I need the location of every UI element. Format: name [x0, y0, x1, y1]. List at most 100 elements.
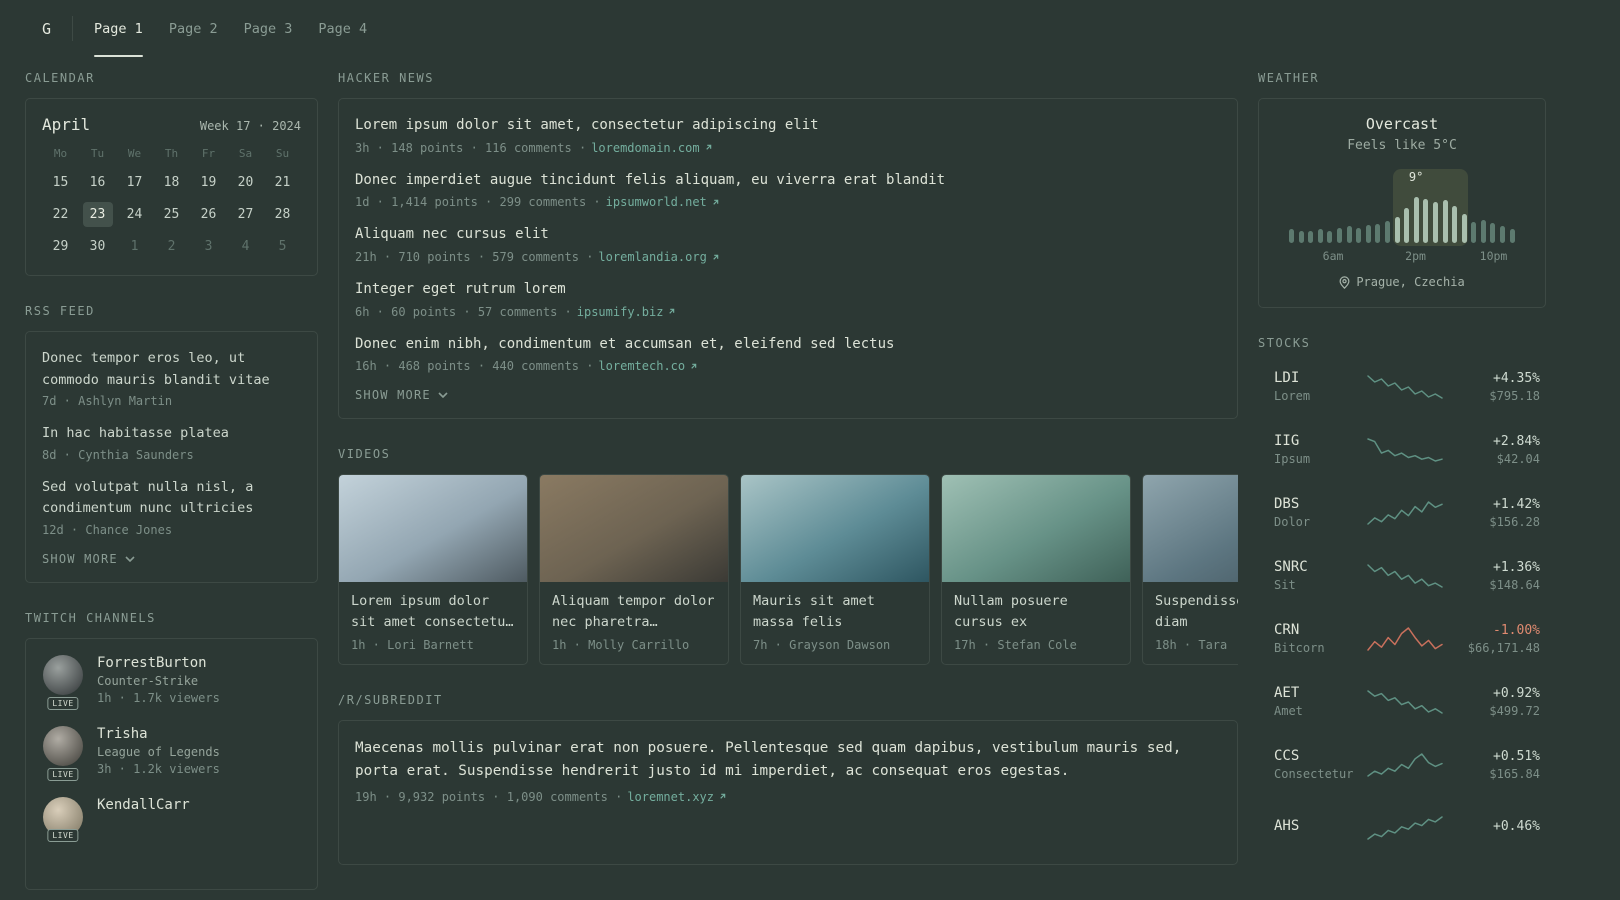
weather-hour-bar [1346, 226, 1352, 243]
hackernews-item-title[interactable]: Aliquam nec cursus elit [355, 224, 1221, 246]
app-logo[interactable]: G [25, 0, 72, 57]
middle-column: HACKER NEWS Lorem ipsum dolor sit amet, … [338, 71, 1238, 893]
weather-hour-bar [1509, 229, 1515, 243]
stock-row[interactable]: SNRC Sit +1.36% $148.64 [1274, 552, 1540, 599]
video-thumbnail [942, 475, 1130, 583]
weather-hour-bar [1404, 208, 1410, 243]
calendar-day: 24 [126, 207, 143, 222]
tab-page-1[interactable]: Page 1 [94, 0, 143, 57]
channel-avatar [43, 654, 83, 695]
video-card[interactable]: Nullam posuere cursus ex 17h · Stefan Co… [941, 474, 1131, 665]
channel-meta: 3h · 1.2k viewers [97, 761, 220, 776]
channel-info: KendallCarr [97, 797, 190, 837]
calendar-day: 4 [241, 239, 250, 254]
stock-row[interactable]: IIG Ipsum +2.84% $42.04 [1274, 426, 1540, 473]
rss-item-meta: 12d · Chance Jones [42, 522, 173, 537]
calendar-card: April Week 17 · 2024 Mo Tu We Th Fr Sa Su 15 16 1… [25, 98, 318, 276]
stock-id: CRN Bitcorn [1274, 622, 1366, 655]
rss-item-meta: 7d · Ashlyn Martin [42, 394, 173, 409]
video-body: Nullam posuere cursus ex 17h · Stefan Co… [942, 582, 1130, 664]
rss-list: Donec tempor eros leo, ut commodo mauris… [42, 348, 301, 537]
stock-symbol: DBS [1274, 496, 1300, 512]
stock-row[interactable]: DBS Dolor +1.42% $156.28 [1274, 489, 1540, 536]
twitch-channel[interactable]: LIVE ForrestBurton Counter-Strike 1h · 1… [42, 654, 301, 710]
rss-item-title[interactable]: Donec tempor eros leo, ut commodo mauris… [42, 348, 301, 391]
hackernews-list: Lorem ipsum dolor sit amet, consectetur … [355, 115, 1221, 373]
avatar-wrap: LIVE [42, 654, 84, 710]
hackernews-item-domain: loremtech.co [598, 359, 686, 374]
tab-page-3[interactable]: Page 3 [244, 0, 293, 57]
map-pin-icon [1339, 275, 1350, 289]
hackernews-item-stats: 21h · 710 points · 579 comments · [355, 250, 594, 265]
hackernews-item: Donec enim nibh, condimentum et accumsan… [355, 334, 1221, 374]
video-card[interactable]: Lorem ipsum dolor sit amet consectetu… 1… [338, 474, 528, 665]
stock-price: $156.28 [1489, 514, 1540, 529]
video-card[interactable]: Mauris sit amet massa felis 7h · Grayson… [740, 474, 930, 665]
weather-hour-bar [1356, 228, 1362, 243]
hackernews-item-domain-link[interactable]: ipsumworld.net [606, 195, 720, 209]
weather-hour-bar [1442, 200, 1448, 243]
twitch-channel[interactable]: LIVE Trisha League of Legends 3h · 1.2k … [42, 725, 301, 781]
video-card[interactable]: Suspendisse tortor diam 18h · Tara [1142, 474, 1238, 665]
hackernews-item-title[interactable]: Donec enim nibh, condimentum et accumsan… [355, 334, 1221, 356]
rss-item-title[interactable]: Sed volutpat nulla nisl, a condimentum n… [42, 477, 301, 520]
hackernews-item-domain-link[interactable]: loremdomain.com [591, 141, 712, 155]
external-link-icon [713, 254, 719, 260]
left-column: CALENDAR April Week 17 · 2024 Mo Tu We Th Fr… [25, 71, 318, 900]
stock-row[interactable]: AHS +0.46% [1274, 804, 1540, 851]
hackernews-card: Lorem ipsum dolor sit amet, consectetur … [338, 98, 1238, 420]
calendar-day: 19 [200, 175, 217, 190]
videos-widget: VIDEOS Lorem ipsum dolor sit amet consec… [338, 447, 1238, 665]
stock-change: +0.46% [1493, 818, 1540, 834]
video-card[interactable]: Aliquam tempor dolor nec pharetra… 1h · … [539, 474, 729, 665]
stock-values: +1.36% $148.64 [1444, 560, 1540, 592]
stock-sparkline [1367, 563, 1443, 588]
calendar-day: 2 [167, 239, 176, 254]
hackernews-item-domain-link[interactable]: ipsumify.biz [577, 305, 677, 319]
subreddit-post-domain-link[interactable]: loremnet.xyz [627, 790, 727, 804]
channel-name: Trisha [97, 725, 148, 742]
hackernews-item-title[interactable]: Lorem ipsum dolor sit amet, consectetur … [355, 115, 1221, 137]
hackernews-item-title[interactable]: Integer eget rutrum lorem [355, 279, 1221, 301]
weather-hour-bar [1308, 231, 1314, 243]
hackernews-item-domain-link[interactable]: loremtech.co [598, 359, 698, 373]
tab-page-4[interactable]: Page 4 [318, 0, 367, 57]
external-link-icon [713, 199, 719, 205]
calendar-day: 20 [237, 175, 254, 190]
subreddit-post-title[interactable]: Maecenas mollis pulvinar erat non posuer… [355, 737, 1221, 783]
weather-hour-bar [1471, 222, 1477, 243]
weather-bars [1289, 197, 1515, 243]
subreddit-post-domain: loremnet.xyz [627, 789, 715, 804]
weather-hour-bar [1327, 231, 1333, 243]
stock-values: +1.42% $156.28 [1444, 497, 1540, 529]
video-body: Suspendisse tortor diam 18h · Tara [1143, 582, 1238, 664]
stock-change: +2.84% [1493, 433, 1540, 449]
videos-row: Lorem ipsum dolor sit amet consectetu… 1… [338, 474, 1238, 665]
hackernews-item-title[interactable]: Donec imperdiet augue tincidunt felis al… [355, 170, 1221, 192]
rss-show-more-button[interactable]: SHOW MORE [42, 552, 135, 566]
weather-hour-bar [1365, 225, 1371, 243]
channel-info: Trisha League of Legends 3h · 1.2k viewe… [97, 726, 220, 776]
calendar-widget: CALENDAR April Week 17 · 2024 Mo Tu We Th Fr… [25, 71, 318, 276]
tab-page-2[interactable]: Page 2 [169, 0, 218, 57]
hackernews-item-domain-link[interactable]: loremlandia.org [598, 250, 719, 264]
hackernews-show-more-button[interactable]: SHOW MORE [355, 388, 448, 402]
subreddit-post-meta: 19h · 9,932 points · 1,090 comments · lo… [355, 790, 1221, 804]
rss-item-title[interactable]: In hac habitasse platea [42, 423, 301, 445]
twitch-widget: TWITCH CHANNELS LIVE ForrestBurton Count… [25, 611, 318, 890]
rss-item: Sed volutpat nulla nisl, a condimentum n… [42, 477, 301, 537]
rss-item-meta: 8d · Cynthia Saunders [42, 447, 194, 462]
subreddit-post: Maecenas mollis pulvinar erat non posuer… [355, 737, 1221, 804]
hackernews-item-domain: ipsumworld.net [605, 195, 707, 210]
twitch-channel[interactable]: LIVE KendallCarr [42, 796, 301, 842]
stock-id: IIG Ipsum [1274, 433, 1366, 466]
stock-row[interactable]: CCS Consectetur +0.51% $165.84 [1274, 741, 1540, 788]
weather-feels-like: Feels like 5°C [1347, 138, 1457, 153]
stock-sparkline [1367, 689, 1443, 714]
stock-row[interactable]: CRN Bitcorn -1.00% $66,171.48 [1274, 615, 1540, 662]
stock-symbol: AHS [1274, 818, 1300, 834]
stock-row[interactable]: AET Amet +0.92% $499.72 [1274, 678, 1540, 725]
stock-row[interactable]: LDI Lorem +4.35% $795.18 [1274, 363, 1540, 410]
calendar-weekday: Th [164, 147, 179, 160]
weather-hour-bar [1423, 199, 1429, 243]
